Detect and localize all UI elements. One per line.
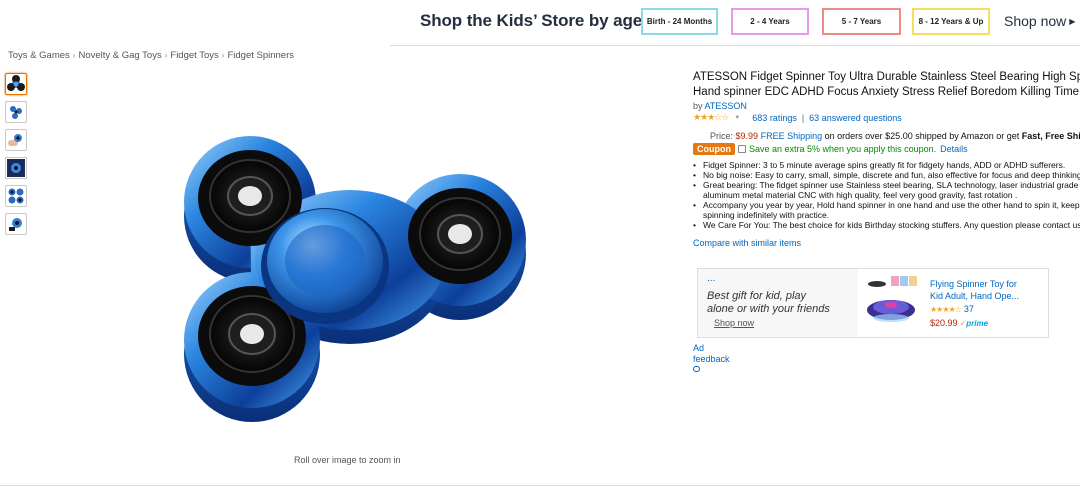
chevron-right-icon: › bbox=[164, 51, 168, 60]
ad-product-info[interactable]: Flying Spinner Toy for Kid Adult, Hand O… bbox=[930, 278, 1045, 330]
feature-bullet-continued: spinning indefinitely with practice. bbox=[703, 210, 830, 220]
ad-slogan-line-2: alone or with your friends bbox=[707, 303, 830, 315]
brand-link[interactable]: ATESSON bbox=[705, 101, 747, 111]
coupon-checkbox[interactable] bbox=[738, 145, 746, 153]
product-info: ATESSON Fidget Spinner Toy Ultra Durable… bbox=[693, 70, 1080, 248]
ad-label: Ad bbox=[693, 343, 705, 353]
ad-rating-stars-icon: ★★★★☆ bbox=[930, 305, 962, 314]
ad-dots: ... bbox=[707, 273, 716, 284]
breadcrumb: Toys & Games › Novelty & Gag Toys › Fidget T… bbox=[8, 50, 294, 61]
thumbnail-5[interactable] bbox=[5, 185, 27, 207]
feature-bullet: No big noise: Easy to carry, small, simp… bbox=[693, 170, 1080, 180]
thumbnail-1[interactable] bbox=[5, 73, 27, 95]
spinner-thumbnail-image bbox=[10, 106, 22, 119]
age-banner-title: Shop the Kids’ Store by age bbox=[420, 11, 643, 30]
bottom-divider bbox=[0, 485, 1080, 486]
thumbnail-strip bbox=[5, 73, 27, 241]
spinner-thumbnail-image bbox=[9, 218, 22, 231]
spinner-box-thumbnail-image bbox=[7, 159, 25, 177]
age-button-5-7-years[interactable]: 5 - 7 Years bbox=[822, 8, 901, 35]
ratings-link[interactable]: 683 ratings bbox=[752, 113, 797, 123]
thumbnail-6[interactable] bbox=[5, 213, 27, 235]
coupon-badge: Coupon bbox=[693, 143, 735, 155]
breadcrumb-fidget-spinners[interactable]: Fidget Spinners bbox=[227, 50, 294, 61]
sponsored-ad-card[interactable]: ... Best gift for kid, play alone or wit… bbox=[697, 268, 1049, 338]
price-row: Price: $9.99 FREE Shipping on orders ove… bbox=[710, 131, 1080, 141]
thumbnail-2[interactable] bbox=[5, 101, 27, 123]
ad-shop-now-link[interactable]: Shop now bbox=[714, 318, 754, 328]
ad-product-image[interactable] bbox=[863, 274, 921, 332]
prime-badge-icon: ✓prime bbox=[960, 319, 989, 328]
shipping-text: on orders over $25.00 shipped by Amazon … bbox=[824, 131, 1020, 141]
by-line: by ATESSON bbox=[693, 101, 1080, 111]
separator: | bbox=[801, 112, 805, 123]
price-label: Price: bbox=[710, 131, 734, 141]
age-button-birth-24-months[interactable]: Birth - 24 Months bbox=[641, 8, 718, 35]
age-button-2-4-years[interactable]: 2 - 4 Years bbox=[731, 8, 809, 35]
hand-spinner-thumbnail-image bbox=[8, 134, 22, 146]
product-main-image[interactable] bbox=[160, 130, 550, 430]
fast-free-shipping: Fast, Free Shipping bbox=[1021, 131, 1080, 141]
ad-price: $20.99 bbox=[930, 318, 958, 328]
ad-product-title-line-2: Kid Adult, Hand Ope... bbox=[930, 291, 1020, 301]
ad-slogan-line-1: Best gift for kid, play bbox=[707, 290, 807, 302]
ad-slogan-panel: ... Best gift for kid, play alone or wit… bbox=[698, 269, 858, 337]
rating-row: ★★★☆☆ ▼ 683 ratings | 63 answered questi… bbox=[693, 112, 1080, 123]
ad-slogan: Best gift for kid, play alone or with yo… bbox=[707, 290, 830, 316]
feature-bullet: Great bearing: The fidget spinner use St… bbox=[693, 180, 1080, 190]
center-cap bbox=[261, 208, 389, 324]
chevron-down-icon[interactable]: ▼ bbox=[734, 115, 740, 121]
product-title-line-2: Hand spinner EDC ADHD Focus Anxiety Stre… bbox=[693, 86, 1080, 98]
ad-price-row: $20.99 ✓prime bbox=[930, 317, 1045, 330]
rating-stars-icon[interactable]: ★★★☆☆ bbox=[693, 112, 729, 123]
chevron-right-icon: › bbox=[221, 51, 225, 60]
by-prefix: by bbox=[693, 101, 703, 111]
ad-feedback: Ad feedback bbox=[693, 343, 730, 372]
free-shipping-link[interactable]: FREE Shipping bbox=[761, 131, 823, 141]
price-value: $9.99 bbox=[735, 131, 759, 141]
breadcrumb-fidget-toys[interactable]: Fidget Toys bbox=[170, 50, 218, 61]
ad-product-title-line-1: Flying Spinner Toy for bbox=[930, 279, 1017, 289]
breadcrumb-novelty-gag-toys[interactable]: Novelty & Gag Toys bbox=[78, 50, 161, 61]
thumbnail-3[interactable] bbox=[5, 129, 27, 151]
coupon-details-link[interactable]: Details bbox=[940, 144, 968, 154]
feature-bullet: Accompany you year by year, Hold hand sp… bbox=[693, 200, 1080, 210]
compare-similar-link[interactable]: Compare with similar items bbox=[693, 238, 1080, 248]
coupon-text: Save an extra 5% when you apply this cou… bbox=[749, 144, 937, 154]
ad-rating: ★★★★☆ 37 bbox=[930, 303, 1045, 316]
coupon-row: Coupon Save an extra 5% when you apply t… bbox=[693, 143, 1080, 155]
ad-rating-count[interactable]: 37 bbox=[964, 304, 974, 314]
shop-now-link[interactable]: Shop now ▶ bbox=[1004, 13, 1075, 29]
feature-bullet-continued: aluminum metal material CNC with high qu… bbox=[703, 190, 1018, 200]
banner-divider bbox=[390, 45, 1080, 46]
answered-questions-link[interactable]: 63 answered questions bbox=[809, 113, 902, 123]
age-banner: Shop the Kids’ Store by age Birth - 24 M… bbox=[0, 0, 1080, 46]
chevron-right-icon: › bbox=[72, 51, 76, 60]
product-title-line-1: ATESSON Fidget Spinner Toy Ultra Durable… bbox=[693, 71, 1080, 83]
spinner-thumbnail-image bbox=[7, 75, 25, 91]
breadcrumb-toys-games[interactable]: Toys & Games bbox=[8, 50, 70, 61]
ad-feedback-link[interactable]: feedback bbox=[693, 354, 730, 365]
feature-bullet: We Care For You: The best choice for kid… bbox=[693, 220, 1080, 230]
spinner-parts-thumbnail-image bbox=[8, 188, 24, 204]
speech-bubble-icon[interactable] bbox=[693, 366, 700, 372]
age-button-8-12-years[interactable]: 8 - 12 Years & Up bbox=[912, 8, 990, 35]
feature-bullets: Fidget Spinner: 3 to 5 minute average sp… bbox=[693, 160, 1080, 230]
zoom-hint: Roll over image to zoom in bbox=[294, 455, 401, 465]
caret-right-icon: ▶ bbox=[1069, 17, 1076, 26]
thumbnail-4[interactable] bbox=[5, 157, 27, 179]
bearing-right bbox=[408, 188, 512, 284]
prime-label: prime bbox=[966, 319, 989, 328]
shop-now-label: Shop now bbox=[1004, 13, 1067, 29]
feature-bullet: Fidget Spinner: 3 to 5 minute average sp… bbox=[693, 160, 1080, 170]
